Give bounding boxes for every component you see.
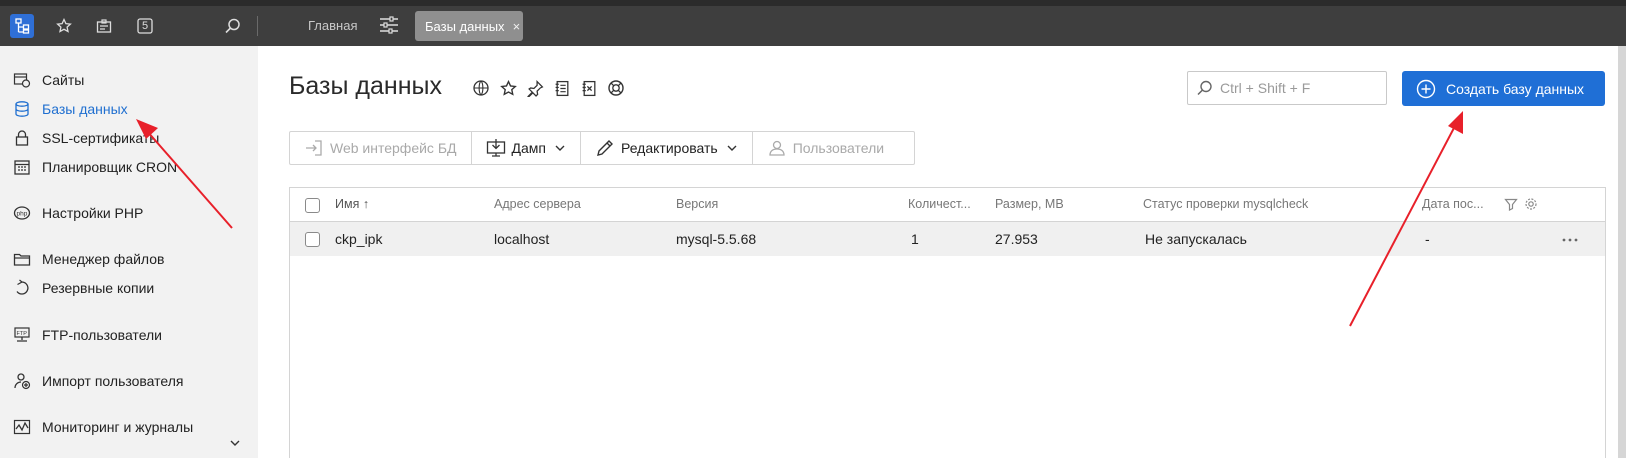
search-input[interactable] <box>1220 80 1380 96</box>
dump-label: Дамп <box>511 140 546 156</box>
cell-date: - <box>1425 231 1430 247</box>
cell-count: 1 <box>911 231 919 247</box>
star-icon[interactable] <box>52 14 76 38</box>
monitoring-icon <box>12 417 32 437</box>
users-label: Пользователи <box>792 140 885 156</box>
user-icon <box>767 138 787 158</box>
number-five-icon[interactable]: 5 <box>133 14 157 38</box>
close-icon[interactable]: × <box>513 19 521 34</box>
sidebar-item-sites[interactable]: Сайты <box>12 70 84 90</box>
sidebar-item-label: Резервные копии <box>42 280 155 296</box>
column-header-version[interactable]: Версия <box>676 197 718 211</box>
column-header-name[interactable]: Имя ↑ <box>335 197 369 211</box>
tab-databases-label: Базы данных <box>425 18 505 34</box>
sidebar-item-import-user[interactable]: Импорт пользователя <box>12 371 184 391</box>
sidebar-item-databases[interactable]: Базы данных <box>12 99 128 119</box>
globe-window-icon <box>12 70 32 90</box>
title-actions <box>472 79 625 97</box>
sidebar-item-label: Базы данных <box>42 101 128 117</box>
gear-icon[interactable] <box>1524 197 1538 211</box>
globe-icon[interactable] <box>472 79 490 97</box>
tab-databases[interactable]: Базы данных × <box>415 11 523 41</box>
create-database-button[interactable]: Создать базу данных <box>1402 71 1605 106</box>
table-row[interactable]: ckp_ipk localhost mysql-5.5.68 1 27.953 … <box>290 222 1605 256</box>
folder-icon <box>12 249 32 269</box>
chevron-down-icon[interactable] <box>228 436 242 450</box>
sidebar-item-monitoring[interactable]: Мониторинг и журналы <box>12 417 193 437</box>
sidebar-item-label: Менеджер файлов <box>42 251 165 267</box>
sidebar-item-file-manager[interactable]: Менеджер файлов <box>12 249 165 269</box>
more-options-icon[interactable] <box>1562 238 1578 242</box>
page-scrollbar[interactable] <box>1618 46 1626 458</box>
column-header-count[interactable]: Количест... <box>908 197 971 211</box>
svg-text:php: php <box>17 211 28 218</box>
edit-label: Редактировать <box>620 140 718 156</box>
cell-version: mysql-5.5.68 <box>676 231 757 247</box>
svg-text:FTP: FTP <box>17 331 28 337</box>
chevron-down-icon <box>727 145 737 151</box>
table-header: Имя ↑ Адрес сервера Версия Количест... Р… <box>290 188 1605 222</box>
select-all-checkbox[interactable] <box>305 198 320 213</box>
databases-table: Имя ↑ Адрес сервера Версия Количест... Р… <box>289 187 1606 458</box>
row-checkbox[interactable] <box>305 232 320 247</box>
sidebar-item-label: SSL-сертификаты <box>42 130 160 146</box>
pin-icon[interactable] <box>526 79 544 97</box>
cell-status: Не запускалась <box>1145 231 1247 247</box>
sidebar-item-backups[interactable]: Резервные копии <box>12 278 154 298</box>
action-toolbar: Web интерфейс БД Дамп Редактировать Поль… <box>289 131 915 165</box>
php-icon: php <box>12 203 32 223</box>
pencil-icon <box>595 138 615 158</box>
sidebar: Сайты Базы данных SSL-сертификаты Планир… <box>0 46 258 458</box>
page-title: Базы данных <box>289 72 442 100</box>
top-navigation-bar: 5 Главная Базы данных × <box>0 6 1626 46</box>
star-icon[interactable] <box>499 79 517 97</box>
sidebar-item-php[interactable]: php Настройки PHP <box>12 203 143 223</box>
sidebar-item-ftp[interactable]: FTP FTP-пользователи <box>12 325 162 345</box>
lifebuoy-icon[interactable] <box>607 79 625 97</box>
cell-size: 27.953 <box>995 231 1038 247</box>
filter-icon[interactable] <box>1504 197 1518 211</box>
sliders-icon[interactable] <box>378 14 402 38</box>
calendar-icon <box>12 157 32 177</box>
dump-button[interactable]: Дамп <box>472 132 581 164</box>
cell-name: ckp_ipk <box>335 231 383 247</box>
number-five-label: 5 <box>141 20 149 32</box>
sitemap-icon[interactable] <box>10 14 34 38</box>
web-ui-button[interactable]: Web интерфейс БД <box>290 132 472 164</box>
download-monitor-icon <box>486 138 506 158</box>
column-header-status[interactable]: Статус проверки mysqlcheck <box>1143 197 1308 211</box>
chevron-down-icon <box>555 145 565 151</box>
lock-icon <box>12 128 32 148</box>
users-button[interactable]: Пользователи <box>753 132 898 164</box>
notes-icon[interactable] <box>553 79 571 97</box>
search-icon <box>1197 80 1212 96</box>
column-header-date[interactable]: Дата пос... <box>1422 197 1484 211</box>
backup-icon <box>12 278 32 298</box>
search-icon[interactable] <box>221 14 245 38</box>
sidebar-item-label: Настройки PHP <box>42 205 144 221</box>
sidebar-item-label: FTP-пользователи <box>42 327 162 343</box>
topbar-divider <box>257 16 258 36</box>
plus-circle-icon <box>1416 79 1436 98</box>
column-header-server[interactable]: Адрес сервера <box>494 197 581 211</box>
close-doc-icon[interactable] <box>580 79 598 97</box>
sidebar-item-label: Планировщик CRON <box>42 159 178 175</box>
sidebar-item-label: Импорт пользователя <box>42 373 184 389</box>
column-header-size[interactable]: Размер, MB <box>995 197 1064 211</box>
create-database-label: Создать базу данных <box>1446 80 1585 97</box>
user-import-icon <box>12 371 32 391</box>
id-badge-icon[interactable] <box>92 14 116 38</box>
tab-home[interactable]: Главная <box>308 18 357 33</box>
sidebar-item-cron[interactable]: Планировщик CRON <box>12 157 177 177</box>
database-icon <box>12 99 32 119</box>
ftp-icon: FTP <box>12 325 32 345</box>
sidebar-item-ssl[interactable]: SSL-сертификаты <box>12 128 159 148</box>
sidebar-item-label: Мониторинг и журналы <box>42 419 194 435</box>
search-field[interactable] <box>1187 71 1387 105</box>
cell-server: localhost <box>494 231 550 247</box>
sidebar-item-label: Сайты <box>42 72 85 88</box>
edit-button[interactable]: Редактировать <box>581 132 753 164</box>
login-icon <box>304 138 324 158</box>
web-ui-label: Web интерфейс БД <box>330 140 457 156</box>
